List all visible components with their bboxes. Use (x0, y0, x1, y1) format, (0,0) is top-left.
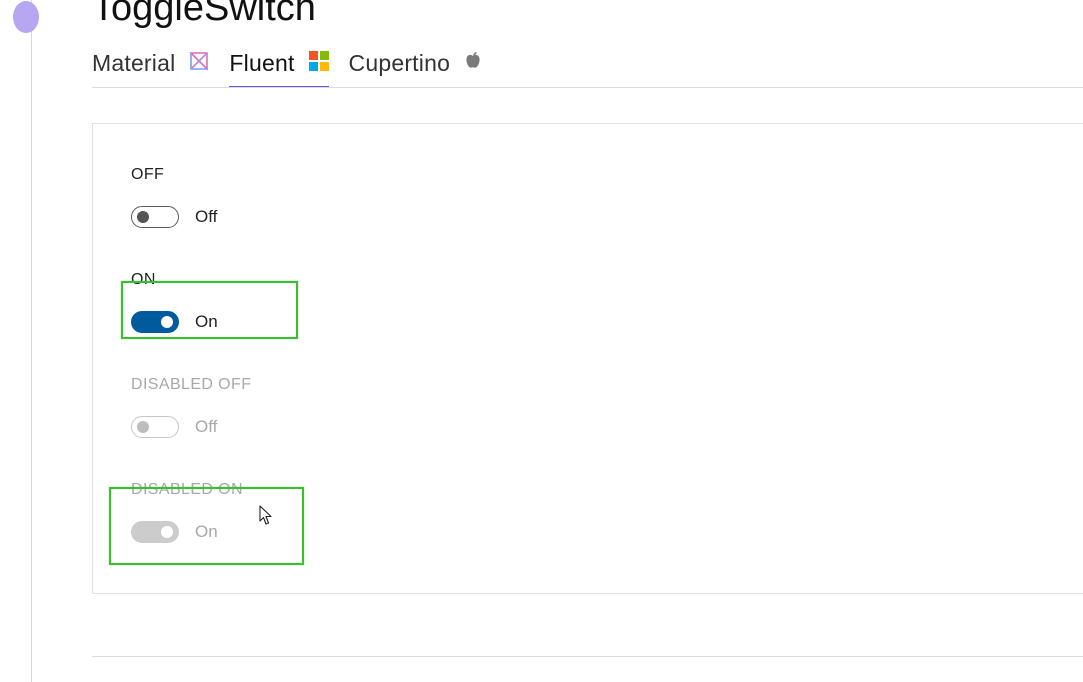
navigation-rail (13, 0, 39, 682)
app-window: ToggleSwitch Material Fluent Cupertino O… (0, 0, 1083, 682)
disabled-off-toggle-text: Off (195, 417, 218, 436)
on-highlight-box (121, 281, 298, 339)
bottom-divider (92, 656, 1083, 657)
tab-fluent[interactable]: Fluent (229, 46, 329, 88)
apple-icon (464, 50, 482, 77)
off-toggle-switch[interactable] (131, 206, 179, 228)
disabled-off-toggle-switch (131, 416, 179, 438)
tab-material-label: Material (92, 49, 176, 76)
off-toggle-text: Off (195, 207, 218, 226)
tabs-divider (92, 87, 1083, 88)
disabled-off-toggle-row: Off (131, 416, 217, 438)
tab-fluent-label: Fluent (229, 49, 295, 76)
windows-icon (308, 50, 329, 77)
tab-cupertino-label: Cupertino (348, 49, 451, 76)
design-system-tabs: Material Fluent Cupertino (92, 46, 502, 88)
off-toggle-row: Off (131, 206, 217, 228)
toggle-knob (137, 421, 149, 433)
tab-cupertino[interactable]: Cupertino (349, 46, 483, 86)
nav-avatar[interactable] (13, 1, 39, 33)
material-icon (189, 50, 209, 77)
disabled-off-section-header: DISABLED OFF (131, 376, 252, 393)
off-section-header: OFF (131, 166, 165, 183)
page-title: ToggleSwitch (92, 0, 316, 29)
tab-material[interactable]: Material (92, 46, 209, 86)
disabled-on-highlight-box (109, 487, 304, 565)
mouse-cursor-icon (259, 505, 272, 525)
toggle-knob (137, 211, 149, 223)
